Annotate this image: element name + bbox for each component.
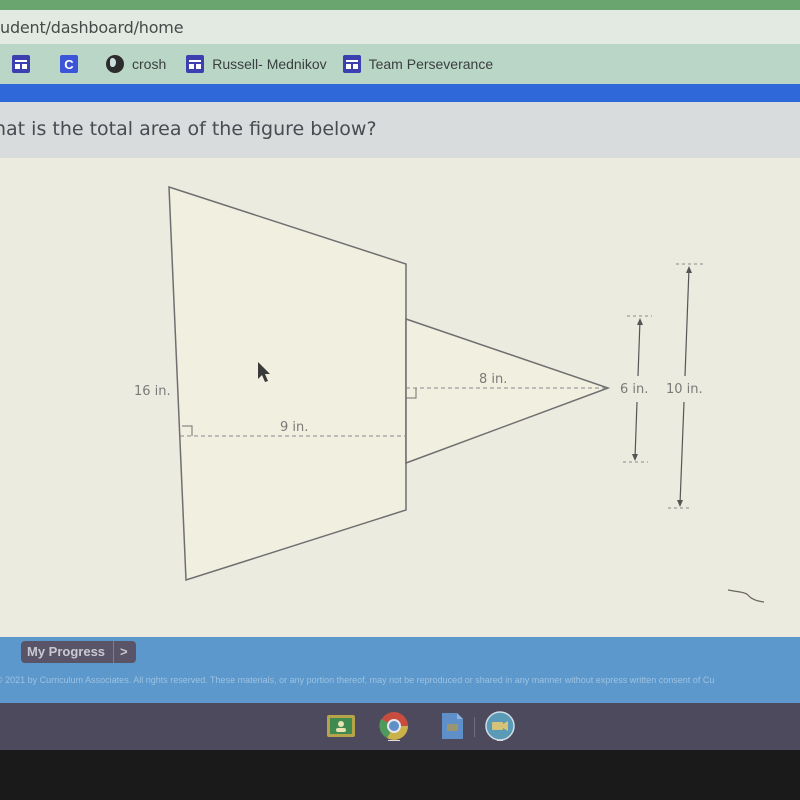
google-classroom-icon[interactable] <box>325 711 357 741</box>
arrowhead <box>677 500 683 507</box>
screen: udent/dashboard/home C crosh Russell- Me… <box>0 0 800 800</box>
label-8-in: 8 in. <box>479 372 508 387</box>
copyright-text: © 2021 by Curriculum Associates. All rig… <box>0 675 715 685</box>
triangle-shape <box>405 317 611 465</box>
grid-app-icon <box>12 55 30 73</box>
chrome-icon[interactable] <box>378 711 410 741</box>
google-meet-icon[interactable] <box>484 711 516 741</box>
bookmark-team-perseverance[interactable]: Team Perseverance <box>342 53 494 75</box>
footer: My Progress > © 2021 by Curriculum Assoc… <box>0 637 800 703</box>
bookmark-label: Team Perseverance <box>368 56 494 72</box>
monitor-bezel <box>0 750 800 800</box>
shelf-divider <box>474 717 475 737</box>
globe-icon <box>106 55 124 73</box>
bookmark-app-1[interactable] <box>12 53 38 75</box>
question-band: hat is the total area of the figure belo… <box>0 102 800 158</box>
url-text[interactable]: udent/dashboard/home <box>0 18 184 37</box>
dimension-line-6 <box>637 319 641 377</box>
dimension-line-10 <box>679 401 685 505</box>
question-page: hat is the total area of the figure belo… <box>0 102 800 686</box>
stray-mark <box>727 589 765 603</box>
figure-area: 16 in. 9 in. 8 in. 6 in. 10 in. − × + = <box>0 158 800 686</box>
bookmark-label: Russell- Mednikov <box>212 56 327 72</box>
address-bar[interactable]: udent/dashboard/home <box>0 10 800 44</box>
arrowhead <box>686 266 692 273</box>
arrowhead <box>637 318 643 325</box>
trapezoid-shape <box>168 185 407 582</box>
bookmark-label: crosh <box>132 56 167 72</box>
composite-figure <box>168 185 765 603</box>
bookmarks-bar: C crosh Russell- Mednikov Team Persevera… <box>0 44 800 84</box>
google-docs-icon[interactable] <box>436 711 468 741</box>
my-progress-button[interactable]: My Progress > <box>21 641 136 663</box>
bookmark-russell-mednikov[interactable]: Russell- Mednikov <box>186 53 327 75</box>
dimension-line-6 <box>634 401 638 459</box>
label-9-in: 9 in. <box>280 420 309 435</box>
os-shelf <box>0 703 800 750</box>
bookmark-c[interactable]: C <box>60 53 86 75</box>
app-header-bar <box>0 84 800 102</box>
question-text: hat is the total area of the figure belo… <box>0 118 377 140</box>
label-6-in: 6 in. <box>620 382 649 397</box>
bookmark-crosh[interactable]: crosh <box>106 53 166 75</box>
label-10-in: 10 in. <box>666 382 703 397</box>
browser-frame-top <box>0 0 800 10</box>
grid-app-icon <box>186 55 205 73</box>
my-progress-label: My Progress <box>21 641 115 663</box>
dimension-line-10 <box>684 267 690 377</box>
c-app-icon: C <box>60 55 78 73</box>
arrowhead <box>632 454 638 461</box>
grid-app-icon <box>342 55 361 73</box>
label-16-in: 16 in. <box>134 384 171 399</box>
chevron-right-icon[interactable]: > <box>114 641 136 663</box>
